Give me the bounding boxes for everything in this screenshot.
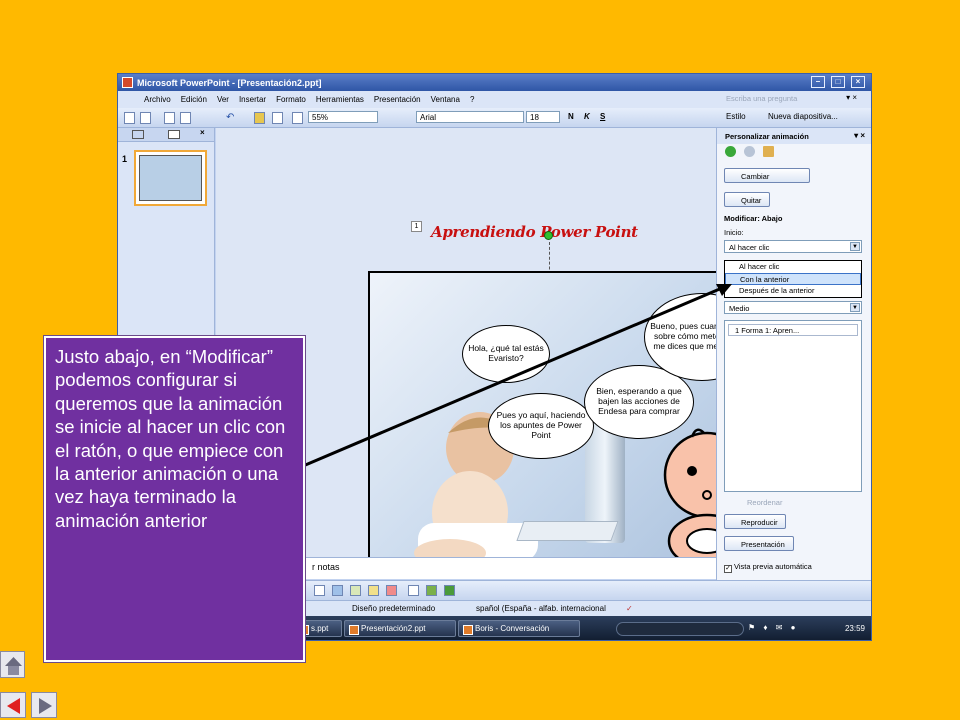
prev-slide-button[interactable] (0, 692, 26, 718)
home-button[interactable] (0, 651, 25, 678)
explanation-callout: Justo abajo, en “Modificar” podemos conf… (43, 335, 306, 663)
next-slide-icon (39, 698, 52, 714)
prev-slide-icon (7, 698, 20, 714)
next-slide-button[interactable] (31, 692, 57, 718)
callout-text: Justo abajo, en “Modificar” podemos conf… (55, 346, 286, 531)
home-icon (5, 657, 22, 675)
